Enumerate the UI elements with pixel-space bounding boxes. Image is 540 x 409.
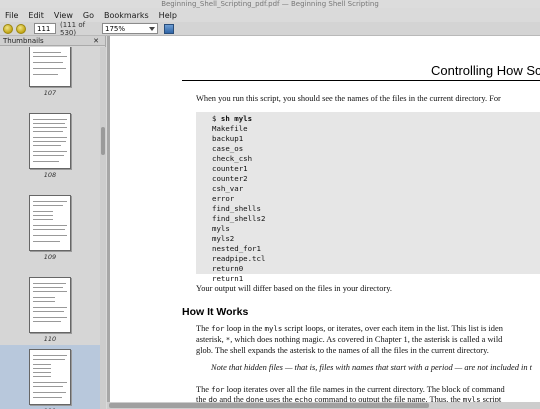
scrollbar-thumb[interactable] [109, 403, 429, 408]
menu-edit[interactable]: Edit [23, 11, 49, 20]
forward-arrow-icon[interactable] [16, 23, 26, 34]
page-thumbnail-image [29, 349, 71, 405]
shell-prompt: $ [212, 114, 217, 123]
scrollbar-thumb[interactable] [101, 127, 105, 155]
menu-go[interactable]: Go [78, 11, 99, 20]
zoom-value: 175% [105, 25, 126, 33]
code-output-line: error [212, 194, 235, 203]
thumbnail-page-111[interactable]: 111 [0, 345, 100, 409]
note-text: Note that hidden files — that is, files … [211, 363, 532, 372]
code-output-line: counter2 [212, 174, 248, 183]
chapter-title: Controlling How Sc [431, 63, 540, 78]
code-output-line: myls [212, 224, 230, 233]
horizontal-scrollbar[interactable] [107, 402, 540, 409]
sidebar-title: Thumbnails [3, 37, 44, 45]
sidebar-header: Thumbnails ✕ [0, 36, 105, 46]
code-output-line: find_shells2 [212, 214, 266, 223]
page-thumbnail-image [29, 47, 71, 87]
menu-help[interactable]: Help [154, 11, 182, 20]
code-output-line: myls2 [212, 234, 235, 243]
code-block: $ sh myls Makefile backup1 case_os check… [196, 112, 540, 283]
thumbnail-page-number: 108 [43, 171, 57, 179]
code-output-line: find_shells [212, 204, 261, 213]
code-output-line: backup1 [212, 134, 244, 143]
chapter-rule [182, 80, 540, 81]
thumbnail-page-109[interactable]: 109 [0, 191, 100, 271]
shell-command: sh myls [220, 114, 253, 123]
sidebar-scrollbar[interactable] [100, 47, 106, 409]
page-thumbnail-image [29, 277, 71, 333]
thumbnail-page-number: 107 [43, 89, 57, 97]
page-thumbnail-image [29, 113, 71, 169]
code-output-line: return0 [212, 264, 244, 273]
thumbnail-page-number: 109 [43, 253, 57, 261]
window-title: Beginning_Shell_Scripting_pdf.pdf — Begi… [0, 0, 540, 8]
menu-bookmarks[interactable]: Bookmarks [99, 11, 154, 20]
code-output-line: Makefile [212, 124, 248, 133]
close-icon[interactable]: ✕ [93, 36, 99, 46]
code-output-line: csh_var [212, 184, 244, 193]
zoom-select[interactable]: 175% [102, 23, 158, 34]
back-arrow-icon[interactable] [3, 23, 13, 34]
pdf-page: Controlling How Sc When you run this scr… [110, 36, 540, 404]
thumbnail-page-108[interactable]: 108 [0, 109, 100, 189]
fit-page-icon[interactable] [164, 23, 174, 34]
body-line: glob. The shell expands the asterisk to … [196, 346, 489, 355]
thumbnail-page-110[interactable]: 110 [0, 273, 100, 353]
page-thumbnail-image [29, 195, 71, 251]
thumbnail-sidebar: Thumbnails ✕ 107 108 109 110 [0, 36, 106, 409]
pdf-viewer-window: Beginning_Shell_Scripting_pdf.pdf — Begi… [0, 0, 540, 409]
after-code-paragraph: Your output will differ based on the fil… [196, 284, 392, 293]
thumbnail-list: 107 108 109 110 [0, 47, 100, 409]
menu-file[interactable]: File [0, 11, 23, 20]
intro-paragraph: When you run this script, you should see… [196, 94, 501, 103]
document-view[interactable]: Controlling How Sc When you run this scr… [107, 36, 540, 409]
body-line: asterisk, *, which does nothing magic. A… [196, 335, 503, 344]
code-output-line: case_os [212, 144, 244, 153]
page-number-input[interactable]: 111 [34, 23, 56, 34]
thumbnail-page-107[interactable]: 107 [0, 47, 100, 107]
code-output-line: readpipe.tcl [212, 254, 266, 263]
toolbar: 111 (111 of 530) 175% [0, 20, 540, 37]
code-output-line: return1 [212, 274, 244, 283]
code-output-line: check_csh [212, 154, 253, 163]
chevron-down-icon [149, 27, 155, 31]
section-heading: How It Works [182, 306, 249, 318]
body-line: The for loop in the myls script loops, o… [196, 324, 503, 333]
page-count-label: (111 of 530) [60, 20, 86, 37]
menu-view[interactable]: View [49, 11, 78, 20]
code-output-line: counter1 [212, 164, 248, 173]
thumbnail-page-number: 110 [43, 335, 57, 343]
code-command-line: $ sh myls [212, 114, 252, 123]
code-output-line: nested_for1 [212, 244, 261, 253]
